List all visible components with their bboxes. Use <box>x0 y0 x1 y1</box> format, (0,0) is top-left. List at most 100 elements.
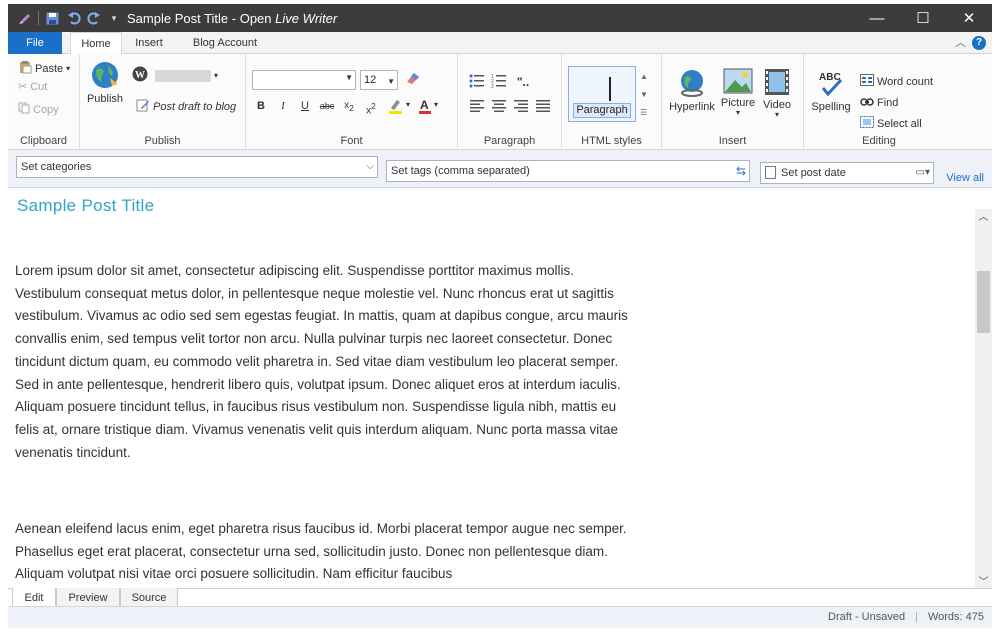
paste-icon <box>18 60 32 77</box>
align-left-icon[interactable] <box>468 100 486 116</box>
post-editor[interactable]: Sample Post Title Lorem ipsum dolor sit … <box>8 188 975 588</box>
style-gallery-paragraph[interactable]: Paragraph <box>568 66 636 122</box>
wordpress-icon: W <box>132 66 148 85</box>
scroll-up-icon[interactable]: ︿ <box>975 209 992 226</box>
word-count-button[interactable]: Word count <box>860 74 933 89</box>
insert-group: Hyperlink Picture ▾ Video ▾ Insert <box>662 54 804 150</box>
select-all-button[interactable]: Select all <box>860 116 922 131</box>
calendar-icon[interactable]: ▭▾ <box>916 163 930 183</box>
post-title[interactable]: Sample Post Title <box>17 196 154 216</box>
copy-icon <box>18 102 30 117</box>
ribbon-tabs: File Home Insert Blog Account ︿ ? <box>8 32 992 55</box>
window-title: Sample Post Title - Open Live Writer <box>127 10 338 26</box>
superscript-icon[interactable]: x2 <box>362 98 380 116</box>
editor-scrollbar[interactable]: ︿ ﹀ <box>975 209 992 591</box>
svg-text:3: 3 <box>491 84 494 88</box>
select-all-icon <box>860 116 874 131</box>
spell-check-icon: ABC <box>817 70 845 101</box>
cut-button[interactable]: ✂ Cut <box>18 80 47 94</box>
publish-button[interactable]: Publish <box>86 60 124 105</box>
refresh-tags-icon[interactable]: ⇆ <box>736 161 746 181</box>
checkbox-icon[interactable] <box>765 166 776 179</box>
strikethrough-icon[interactable]: abc <box>318 98 336 114</box>
spelling-button[interactable]: ABC Spelling <box>810 70 852 113</box>
close-button[interactable]: ✕ <box>946 4 992 32</box>
categories-field[interactable]: Set categories ⌵ <box>16 156 378 178</box>
tab-home[interactable]: Home <box>70 32 122 55</box>
hyperlink-button[interactable]: Hyperlink <box>668 68 716 113</box>
chevron-down-icon: ⌵ <box>366 161 374 172</box>
paragraph-label: Paragraph <box>483 135 536 147</box>
blockquote-icon[interactable]: ".. <box>514 74 532 90</box>
ribbon: Paste▾ ✂ Cut Copy Clipboard Publish W ▾ <box>8 54 992 150</box>
editing-label: Editing <box>862 135 896 147</box>
editing-group: ABC Spelling Word count Find Select all … <box>804 54 954 150</box>
blog-name-redacted <box>155 69 211 82</box>
font-color-icon[interactable]: A ▾ <box>416 98 442 114</box>
align-center-icon[interactable] <box>490 100 508 116</box>
collapse-ribbon-icon[interactable]: ︿ <box>955 34 966 50</box>
align-right-icon[interactable] <box>512 100 530 116</box>
help-icon[interactable]: ? <box>972 36 986 50</box>
find-icon <box>860 95 874 110</box>
view-all-link[interactable]: View all <box>946 172 984 184</box>
tab-insert[interactable]: Insert <box>124 32 174 54</box>
publish-group: Publish W ▾ Post draft to blog Publish <box>80 54 246 150</box>
copy-button[interactable]: Copy <box>18 102 59 117</box>
scissors-icon: ✂ <box>18 81 28 93</box>
font-group: ▼ 12 ▼ B I U abc x2 x2 ▾ A ▾ Font <box>246 54 458 150</box>
numbered-list-icon[interactable]: 123 <box>490 74 508 90</box>
picture-button[interactable]: Picture ▾ <box>720 68 756 117</box>
spelling-badge: ABC <box>819 72 841 83</box>
picture-icon <box>723 68 753 97</box>
maximize-button[interactable]: ☐ <box>900 4 946 32</box>
svg-text:A: A <box>420 98 429 112</box>
status-bar: Draft - Unsaved | Words: 475 <box>8 606 992 628</box>
clipboard-label: Clipboard <box>19 135 68 147</box>
paste-button[interactable]: Paste ▾ <box>18 60 70 77</box>
html-styles-group: Paragraph ▲ ▼ ☰ HTML styles <box>562 54 662 150</box>
insert-label: Insert <box>718 135 747 147</box>
save-icon[interactable] <box>45 11 59 25</box>
find-button[interactable]: Find <box>860 95 898 110</box>
title-bar: ▾ Sample Post Title - Open Live Writer —… <box>8 4 992 32</box>
svg-text:W: W <box>135 70 145 81</box>
tags-field[interactable]: Set tags (comma separated) ⇆ <box>386 160 750 182</box>
italic-icon[interactable]: I <box>274 98 292 114</box>
draft-status: Draft - Unsaved <box>828 611 906 623</box>
font-family-combo[interactable]: ▼ <box>252 70 356 90</box>
post-paragraph[interactable]: Lorem ipsum dolor sit amet, consectetur … <box>15 260 637 464</box>
bullet-list-icon[interactable] <box>468 74 486 90</box>
style-gallery-scroll[interactable]: ▲ ▼ ☰ <box>640 68 648 122</box>
post-draft-button[interactable]: Post draft to blog <box>136 98 236 115</box>
tab-blog-account[interactable]: Blog Account <box>184 32 266 54</box>
blog-selector[interactable]: W ▾ <box>132 66 218 85</box>
underline-icon[interactable]: U <box>296 98 314 114</box>
video-button[interactable]: Video ▾ <box>760 68 794 119</box>
globe-publish-icon <box>90 60 120 93</box>
post-draft-icon <box>136 98 150 115</box>
customize-qat-icon[interactable]: ▾ <box>107 11 121 25</box>
subscript-icon[interactable]: x2 <box>340 98 358 114</box>
post-paragraph[interactable]: Aenean eleifend lacus enim, eget pharetr… <box>15 518 637 586</box>
paragraph-group: 123 ".. Paragraph <box>458 54 562 150</box>
tab-file[interactable]: File <box>8 32 62 54</box>
html-styles-label: HTML styles <box>581 135 642 147</box>
font-label: Font <box>340 135 363 147</box>
publish-label: Publish <box>144 135 181 147</box>
bold-icon[interactable]: B <box>252 98 270 114</box>
undo-icon[interactable] <box>67 11 81 25</box>
clear-formatting-icon[interactable] <box>404 71 422 87</box>
scroll-thumb[interactable] <box>977 271 990 333</box>
video-icon <box>763 68 791 99</box>
word-count-icon <box>860 74 874 89</box>
align-justify-icon[interactable] <box>534 100 552 116</box>
clipboard-group: Paste ▾ ✂ Cut Copy Clipboard <box>8 54 80 150</box>
redo-icon[interactable] <box>87 11 101 25</box>
font-size-combo[interactable]: 12 ▼ <box>360 70 398 90</box>
post-date-field[interactable]: Set post date ▭▾ <box>760 162 934 184</box>
highlight-color-icon[interactable]: ▾ <box>386 98 412 114</box>
hyperlink-icon <box>677 68 707 101</box>
post-properties-bar: Set categories ⌵ Set tags (comma separate… <box>8 150 992 188</box>
minimize-button[interactable]: — <box>854 4 900 32</box>
